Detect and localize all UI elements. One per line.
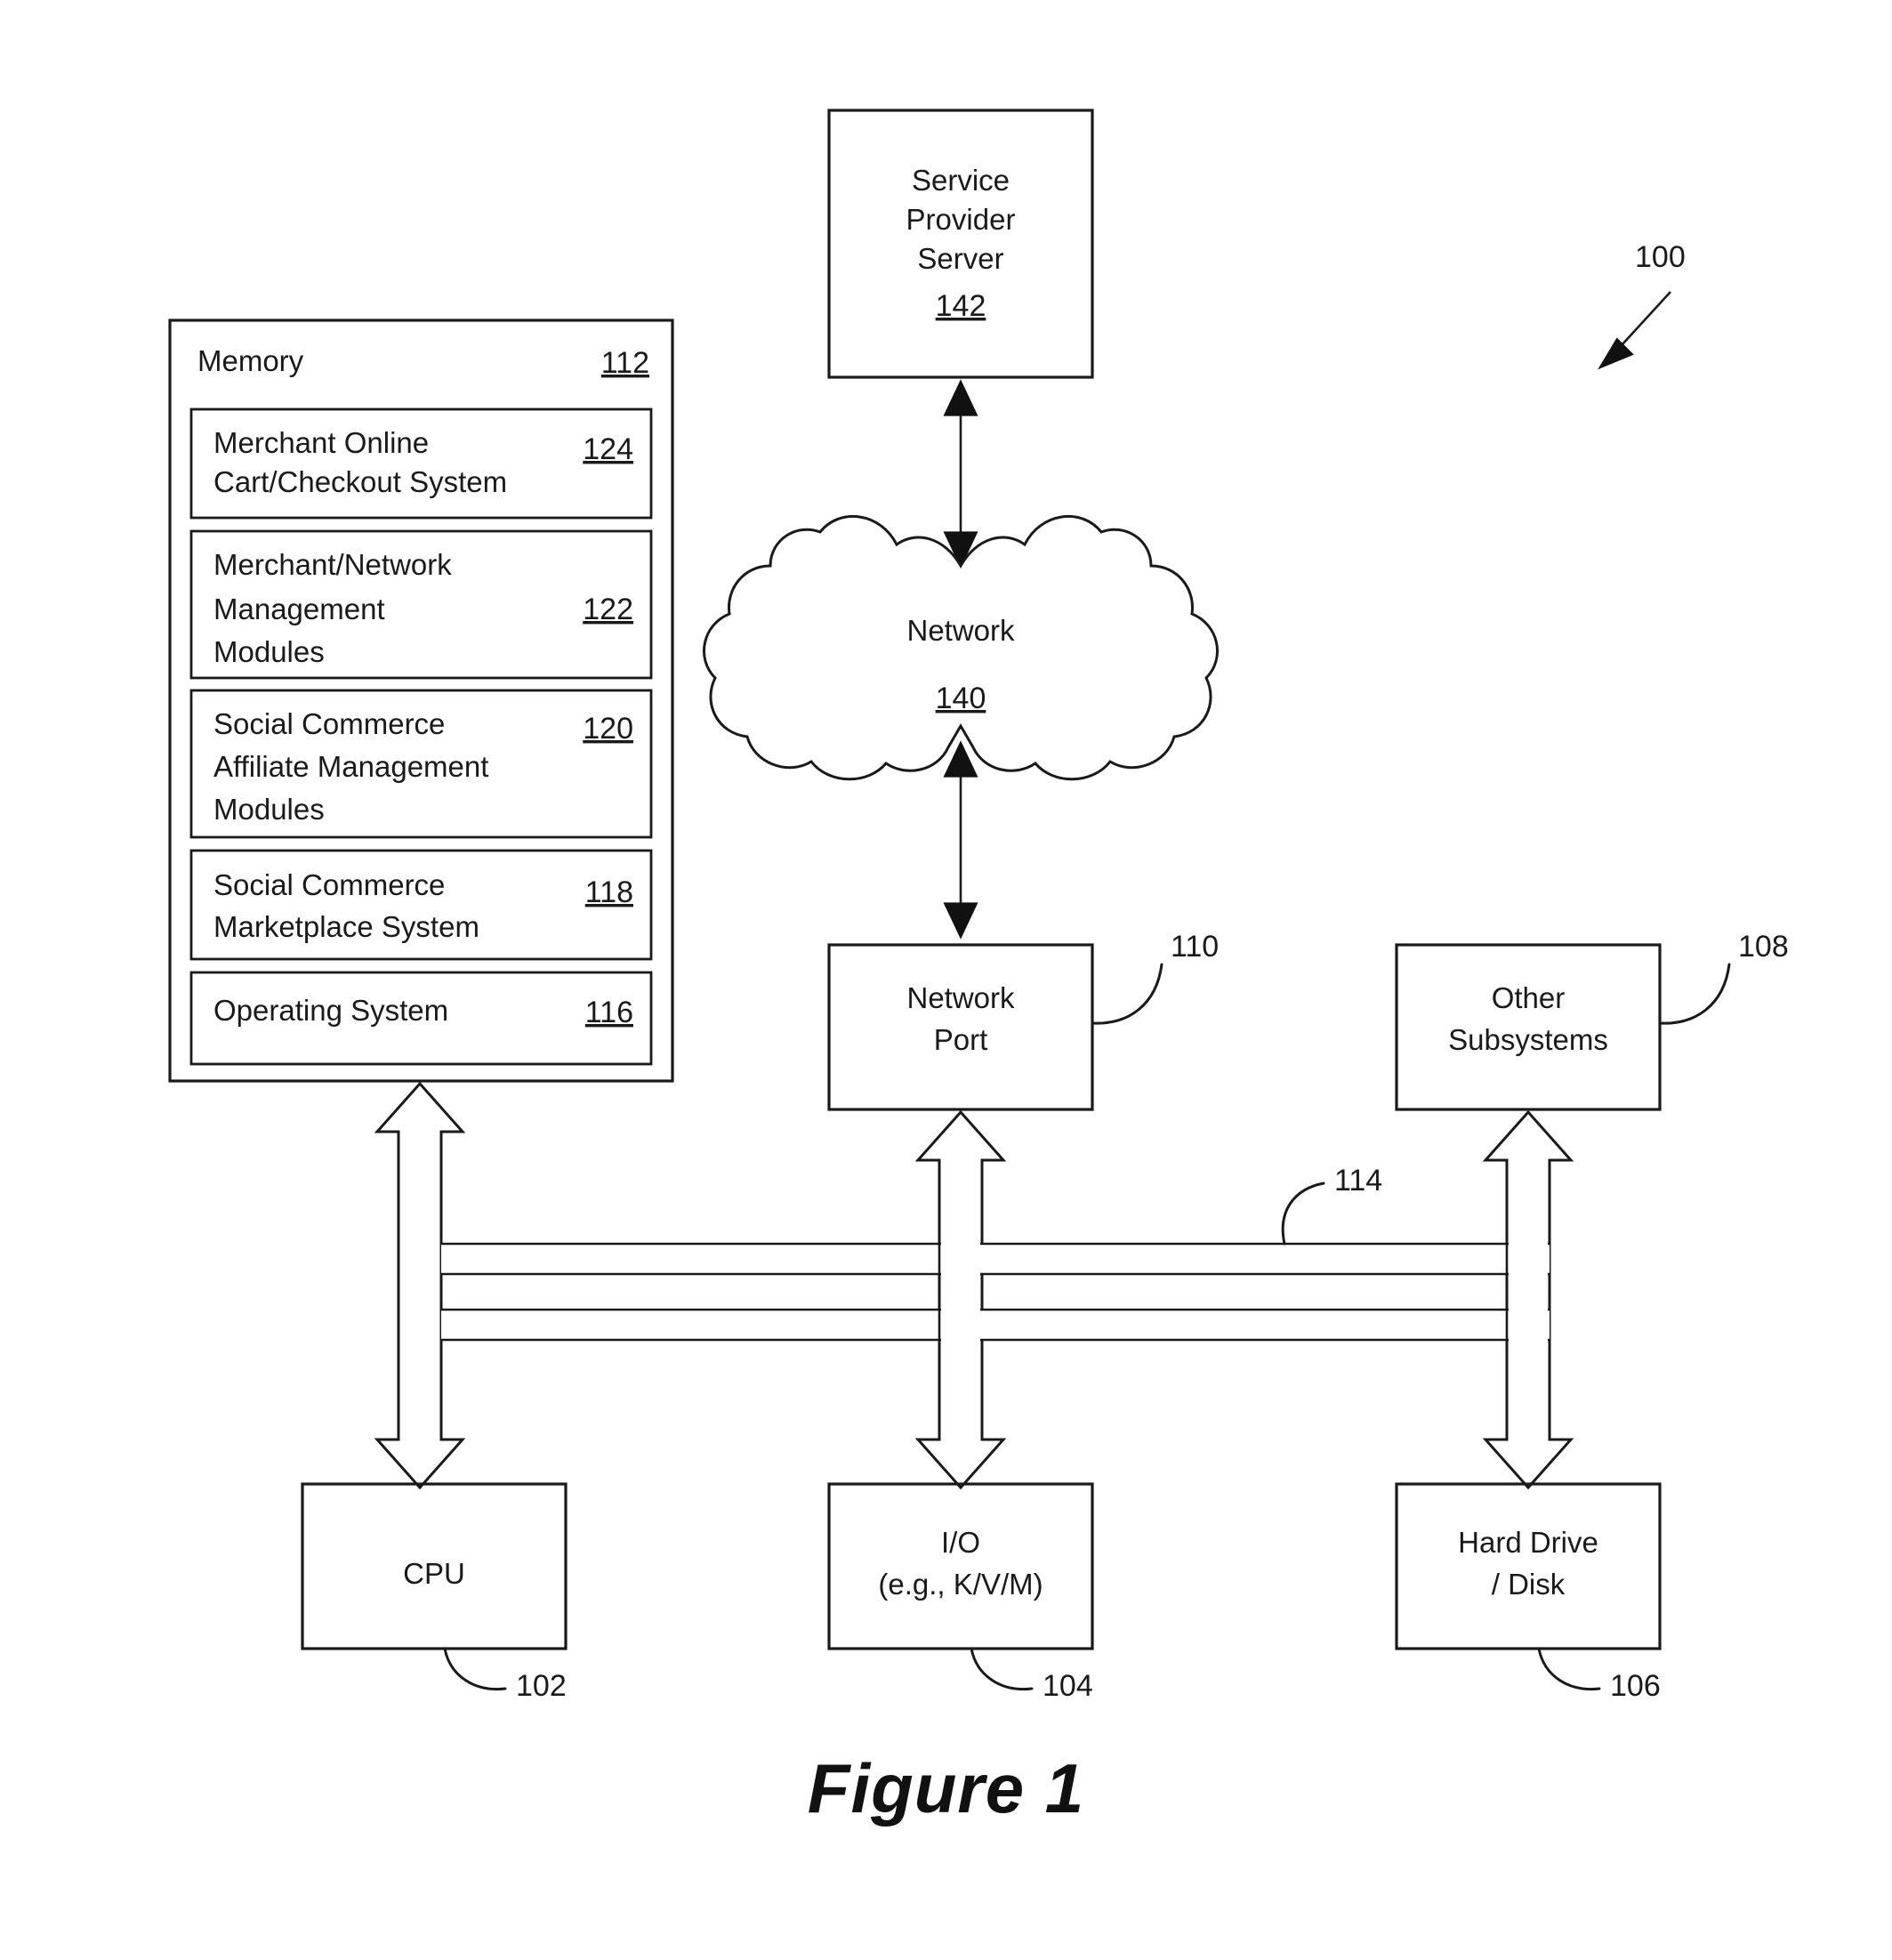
diagram-canvas: Service Provider Server 142 Network 140 … (168, 109, 1789, 1703)
io-ref-leader (970, 1647, 1034, 1691)
bus-ref: 114 (1334, 1164, 1382, 1198)
hard-drive-ref: 106 (1610, 1669, 1661, 1703)
hard-drive-box (1395, 1482, 1662, 1650)
memory-module-122-line-3: Modules (213, 635, 325, 668)
memory-module-124-line-2: Cart/Checkout System (213, 465, 507, 498)
cpu-ref: 102 (516, 1669, 567, 1703)
other-subsystems-node: Other Subsystems 108 (1395, 930, 1789, 1111)
memory-title: Memory (197, 344, 304, 377)
bus-crossing-subsystems-fill (1509, 1242, 1548, 1342)
bus-crossing-memory-fill (400, 1242, 439, 1342)
memory-module-row: Merchant Online Cart/Checkout System 124 (189, 407, 653, 520)
figure-caption: Figure 1 (807, 1749, 1085, 1827)
memory-module-122-line-2: Management (213, 593, 385, 625)
other-subsystems-label-line-1: Other (1492, 981, 1566, 1014)
memory-module-120-line-1: Social Commerce (213, 707, 445, 740)
memory-module-124-line-1: Merchant Online (213, 426, 429, 459)
memory-module-120-ref: 120 (583, 712, 633, 746)
service-provider-server-ref: 142 (936, 289, 986, 323)
server-cloud-arrow-head-up (943, 379, 978, 416)
system-ref-arrow-head (1598, 337, 1634, 370)
memory-module-122-line-1: Merchant/Network (213, 548, 452, 581)
service-provider-server-label-line-3: Server (917, 242, 1003, 275)
system-ref-group: 100 (1598, 240, 1686, 370)
hard-drive-label-line-1: Hard Drive (1458, 1526, 1598, 1559)
memory-module-row: Merchant/Network Management Modules 122 (189, 529, 653, 680)
memory-module-124-ref: 124 (583, 432, 633, 466)
hard-drive-label-line-2: / Disk (1492, 1568, 1566, 1601)
memory-module-116-line-1: Operating System (213, 994, 448, 1027)
bus-lower-rail-fill (441, 1310, 1550, 1340)
network-cloud-ref: 140 (936, 682, 986, 715)
memory-module-118-ref: 118 (585, 875, 633, 909)
io-label-line-1: I/O (941, 1526, 980, 1559)
io-node: I/O (e.g., K/V/M) 104 (827, 1482, 1094, 1703)
patent-figure: Service Provider Server 142 Network 140 … (0, 0, 1892, 1960)
memory-module-row: Operating System 116 (189, 971, 653, 1066)
network-cloud-label: Network (906, 614, 1015, 647)
network-port-label-line-1: Network (906, 981, 1015, 1014)
bus-ref-leader (1281, 1182, 1325, 1246)
memory-module-row: Social Commerce Affiliate Management Mod… (189, 689, 653, 839)
service-provider-server-label-line-1: Service (912, 164, 1010, 197)
server-cloud-arrow (943, 379, 978, 569)
bus-upper-rail (441, 1242, 1550, 1276)
memory-module-120-line-2: Affiliate Management (213, 750, 488, 783)
cpu-ref-leader (443, 1647, 507, 1691)
other-subsystems-ref: 108 (1738, 930, 1789, 964)
memory-module-row: Social Commerce Marketplace System 118 (189, 849, 653, 961)
io-label-line-2: (e.g., K/V/M) (878, 1568, 1043, 1601)
cpu-label: CPU (403, 1557, 465, 1590)
bus-upper-rail-fill (441, 1244, 1550, 1274)
network-port-ref: 110 (1171, 930, 1219, 964)
memory-ref: 112 (601, 346, 649, 380)
memory-module-120-line-3: Modules (213, 793, 325, 826)
cpu-node: CPU 102 (301, 1482, 568, 1703)
io-ref: 104 (1043, 1669, 1093, 1703)
network-port-node: Network Port 110 (827, 930, 1219, 1111)
memory-module-118-line-1: Social Commerce (213, 868, 445, 901)
cloud-network-port-arrow-head-up (943, 740, 978, 778)
cloud-network-port-arrow (943, 740, 978, 940)
service-provider-server-node: Service Provider Server 142 (827, 109, 1094, 379)
network-port-label-line-2: Port (934, 1023, 988, 1056)
io-box (827, 1482, 1094, 1650)
memory-module-118-line-2: Marketplace System (213, 910, 479, 943)
other-subsystems-ref-leader (1658, 963, 1731, 1025)
bus-ref-group: 114 (1281, 1164, 1382, 1246)
system-ref: 100 (1635, 240, 1686, 274)
network-port-ref-leader (1091, 963, 1163, 1025)
bus-lower-rail (441, 1308, 1550, 1342)
hard-drive-node: Hard Drive / Disk 106 (1395, 1482, 1662, 1703)
other-subsystems-label-line-2: Subsystems (1448, 1023, 1608, 1056)
memory-module-122-ref: 122 (583, 593, 633, 626)
bus-crossing-port-fill (941, 1242, 980, 1342)
hard-drive-ref-leader (1537, 1647, 1601, 1691)
memory-node: Memory 112 Merchant Online Cart/Checkout… (168, 319, 674, 1083)
service-provider-server-label-line-2: Provider (906, 203, 1016, 236)
memory-module-116-ref: 116 (585, 996, 633, 1029)
cloud-network-port-arrow-head-down (943, 902, 978, 940)
